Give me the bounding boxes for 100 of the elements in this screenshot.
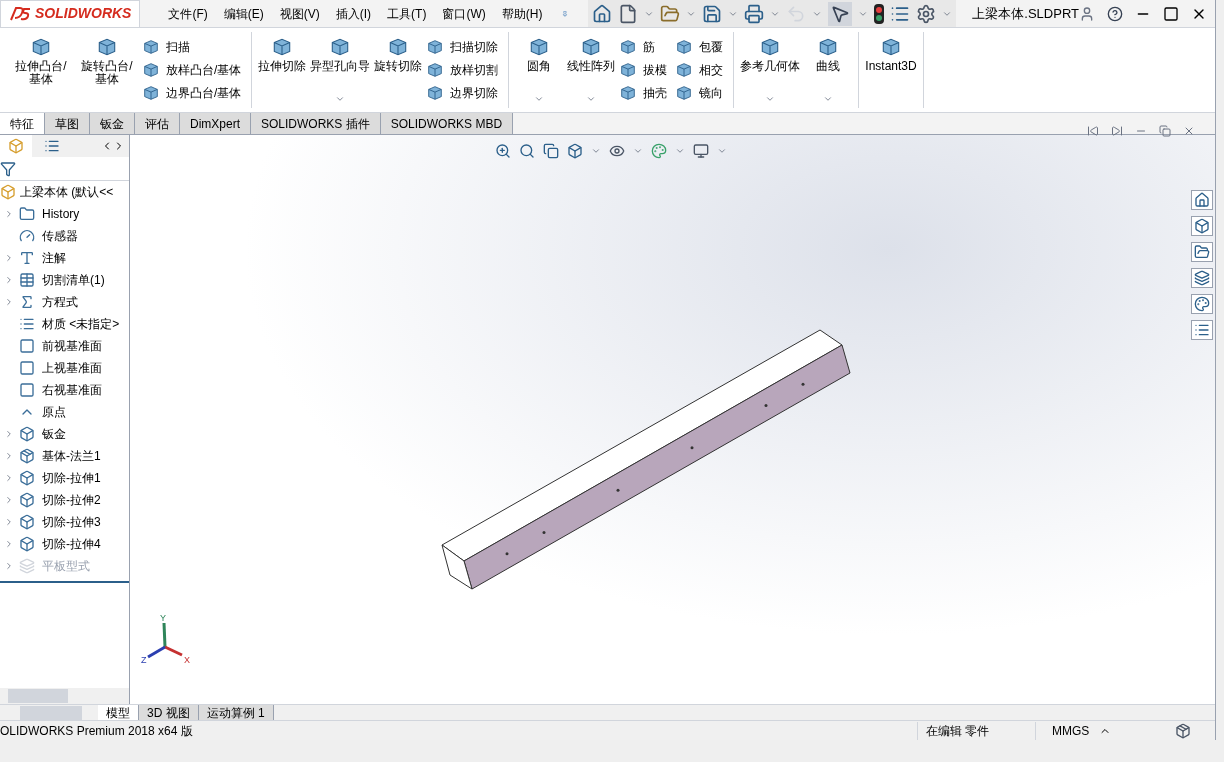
caret-icon bbox=[586, 94, 597, 104]
ribbon-button[interactable]: 拉伸凸台/基体 bbox=[10, 32, 72, 108]
print-icon[interactable] bbox=[744, 3, 765, 24]
task-pane-icon[interactable] bbox=[1191, 320, 1213, 340]
user-icon[interactable] bbox=[1079, 5, 1095, 22]
settings-icon[interactable] bbox=[916, 3, 937, 24]
tree-row[interactable]: 切除-拉伸4 bbox=[0, 533, 129, 555]
view-icon[interactable] bbox=[543, 143, 559, 159]
search-icon[interactable] bbox=[519, 143, 535, 159]
filter-icon bbox=[0, 160, 16, 177]
traffic-light-icon[interactable] bbox=[874, 3, 885, 24]
select-icon[interactable] bbox=[828, 1, 853, 26]
new-file-icon[interactable] bbox=[618, 3, 639, 24]
save-icon[interactable] bbox=[702, 3, 723, 24]
task-pane-icon[interactable] bbox=[1191, 190, 1213, 210]
ribbon-button[interactable]: 圆角 bbox=[515, 32, 564, 108]
menu-item[interactable]: 文件(F) bbox=[168, 4, 208, 23]
tree-item-label: 平板型式 bbox=[42, 558, 90, 575]
tab-icon[interactable] bbox=[0, 135, 32, 157]
ribbon-label: 曲线 bbox=[816, 60, 841, 73]
tree-row[interactable]: 切除-拉伸2 bbox=[0, 489, 129, 511]
zoom-icon[interactable] bbox=[495, 143, 511, 159]
home-icon[interactable] bbox=[592, 3, 613, 24]
ribbon-button[interactable]: 镜向 bbox=[675, 83, 724, 102]
ribbon-button[interactable]: Instant3D bbox=[865, 32, 917, 108]
open-icon[interactable] bbox=[660, 3, 681, 24]
model-tab[interactable]: 模型 bbox=[98, 705, 139, 720]
ribbon-button[interactable]: 边界凸台/基体 bbox=[142, 83, 242, 102]
next-icon[interactable] bbox=[1111, 125, 1123, 137]
ribbon-tab[interactable]: 评估 bbox=[135, 113, 180, 134]
part-icon bbox=[8, 138, 24, 154]
ribbon-button[interactable]: 异型孔向导 bbox=[310, 32, 371, 108]
annotation-icon bbox=[19, 250, 35, 266]
menu-item[interactable]: 工具(T) bbox=[387, 4, 427, 23]
tree-row[interactable]: 上视基准面 bbox=[0, 357, 129, 379]
tree-item-label: History bbox=[42, 206, 80, 223]
ribbon-button[interactable]: 参考几何体 bbox=[740, 32, 801, 108]
ribbon-tab[interactable]: DimXpert bbox=[180, 113, 251, 134]
tree-row[interactable]: 注解 bbox=[0, 247, 129, 269]
ribbon-button[interactable]: 放样切割 bbox=[426, 61, 499, 79]
tree-root[interactable]: 上梁本体 (默认<< bbox=[20, 183, 114, 201]
ribbon-button[interactable]: 包覆 bbox=[675, 38, 724, 57]
ribbon-tab[interactable]: SOLIDWORKS MBD bbox=[380, 113, 514, 134]
menu-item[interactable]: 编辑(E) bbox=[223, 4, 264, 23]
monitor-icon[interactable] bbox=[693, 143, 709, 159]
tree-row[interactable]: 右视基准面 bbox=[0, 379, 129, 401]
tree-row[interactable]: 传感器 bbox=[0, 225, 129, 247]
tree-row[interactable]: History bbox=[0, 203, 129, 225]
task-pane-icon[interactable] bbox=[1191, 242, 1213, 262]
tree-row[interactable]: 前视基准面 bbox=[0, 335, 129, 357]
tree-row[interactable]: 切除-拉伸1 bbox=[0, 467, 129, 489]
task-pane-icon[interactable] bbox=[1191, 268, 1213, 288]
ribbon-button[interactable]: 线性阵列 bbox=[567, 32, 616, 108]
ribbon-button[interactable]: 边界切除 bbox=[426, 83, 499, 102]
ribbon-button[interactable]: 拔模 bbox=[619, 61, 668, 79]
ribbon-tab[interactable]: 草图 bbox=[45, 113, 90, 134]
ribbon-button[interactable]: 抽壳 bbox=[619, 83, 668, 102]
tree-item-label: 切除-拉伸4 bbox=[42, 536, 101, 553]
section-view-icon[interactable] bbox=[567, 143, 583, 159]
task-pane-icon[interactable] bbox=[1191, 294, 1213, 314]
help-icon[interactable] bbox=[1107, 5, 1123, 22]
menu-item[interactable]: 插入(I) bbox=[335, 4, 372, 23]
tree-row[interactable]: 原点 bbox=[0, 401, 129, 423]
ribbon-button[interactable]: 拉伸切除 bbox=[258, 32, 307, 108]
task-pane-icon[interactable] bbox=[1191, 216, 1213, 236]
units-label[interactable]: MMGS bbox=[1035, 721, 1095, 740]
caret-icon bbox=[633, 146, 643, 156]
tree-item-label: 前视基准面 bbox=[42, 338, 102, 355]
menu-item[interactable]: 帮助(H) bbox=[501, 4, 543, 23]
tree-row[interactable]: 钣金 bbox=[0, 423, 129, 445]
tree-row[interactable]: 切割清单(1) bbox=[0, 269, 129, 291]
ribbon-button[interactable]: 旋转切除 bbox=[374, 32, 423, 108]
ribbon-button[interactable]: 扫描切除 bbox=[426, 38, 499, 57]
menu-item[interactable]: 视图(V) bbox=[279, 4, 320, 23]
eye-icon[interactable] bbox=[609, 143, 625, 159]
menu-item[interactable]: 窗口(W) bbox=[442, 4, 486, 23]
ribbon-button[interactable]: 筋 bbox=[619, 38, 668, 57]
model-tab[interactable]: 运动算例 1 bbox=[198, 705, 274, 720]
appearance-icon[interactable] bbox=[651, 143, 667, 159]
tree-row[interactable]: 切除-拉伸3 bbox=[0, 511, 129, 533]
tree-row[interactable]: 材质 <未指定> bbox=[0, 313, 129, 335]
previous-icon[interactable] bbox=[1087, 125, 1099, 137]
cut-extrude-icon bbox=[19, 514, 35, 530]
ribbon-button[interactable]: 旋转凸台/基体 bbox=[76, 32, 138, 108]
ribbon-tab[interactable]: SOLIDWORKS 插件 bbox=[251, 113, 381, 134]
cut-extrude-icon bbox=[19, 470, 35, 486]
tree-row[interactable]: 基体-法兰1 bbox=[0, 445, 129, 467]
ribbon-button[interactable]: 相交 bbox=[675, 61, 724, 79]
maximize-icon[interactable] bbox=[1163, 5, 1179, 22]
tree-row[interactable]: 方程式 bbox=[0, 291, 129, 313]
cut-extrude-icon bbox=[19, 536, 35, 552]
ribbon-button[interactable]: 放样凸台/基体 bbox=[142, 61, 242, 79]
ribbon-tab[interactable]: 特征 bbox=[0, 113, 45, 134]
restore-icon[interactable] bbox=[1159, 125, 1171, 137]
ribbon-tab[interactable]: 钣金 bbox=[90, 113, 135, 134]
model-tab[interactable]: 3D 视图 bbox=[139, 705, 199, 720]
ribbon-button[interactable]: 扫描 bbox=[142, 38, 242, 57]
rebuild-icon[interactable] bbox=[1175, 722, 1191, 739]
scrollbar-thumb[interactable] bbox=[8, 689, 68, 703]
ribbon-button[interactable]: 曲线 bbox=[804, 32, 853, 108]
